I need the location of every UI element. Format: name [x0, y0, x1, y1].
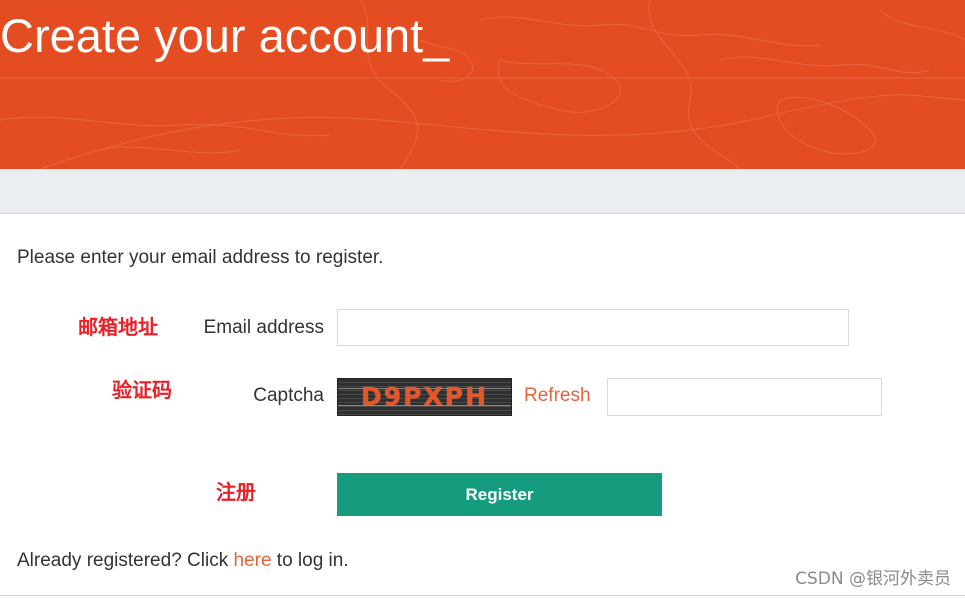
login-prompt: Already registered? Click here to log in…	[17, 549, 349, 573]
login-suffix-text: to log in.	[271, 550, 349, 571]
annotation-register: 注册	[216, 480, 256, 504]
email-input[interactable]	[337, 309, 849, 346]
annotation-captcha: 验证码	[112, 378, 172, 402]
page-title: Create your account_	[0, 9, 450, 62]
header-banner: Create your account_	[0, 0, 965, 169]
email-label: Email address	[203, 317, 324, 338]
login-prefix-text: Already registered? Click	[17, 550, 234, 571]
captcha-image[interactable]: D9PXPH	[337, 378, 512, 416]
refresh-captcha-link[interactable]: Refresh	[524, 384, 591, 408]
sub-header-bar	[0, 169, 965, 214]
watermark: CSDN @银河外卖员	[795, 569, 951, 589]
captcha-code: D9PXPH	[361, 382, 488, 411]
captcha-input[interactable]	[607, 378, 882, 416]
bottom-divider	[0, 595, 965, 596]
captcha-label: Captcha	[253, 385, 324, 406]
intro-text: Please enter your email address to regis…	[17, 247, 384, 268]
annotation-email: 邮箱地址	[78, 315, 158, 339]
register-button[interactable]: Register	[337, 473, 662, 516]
login-link[interactable]: here	[233, 550, 271, 571]
